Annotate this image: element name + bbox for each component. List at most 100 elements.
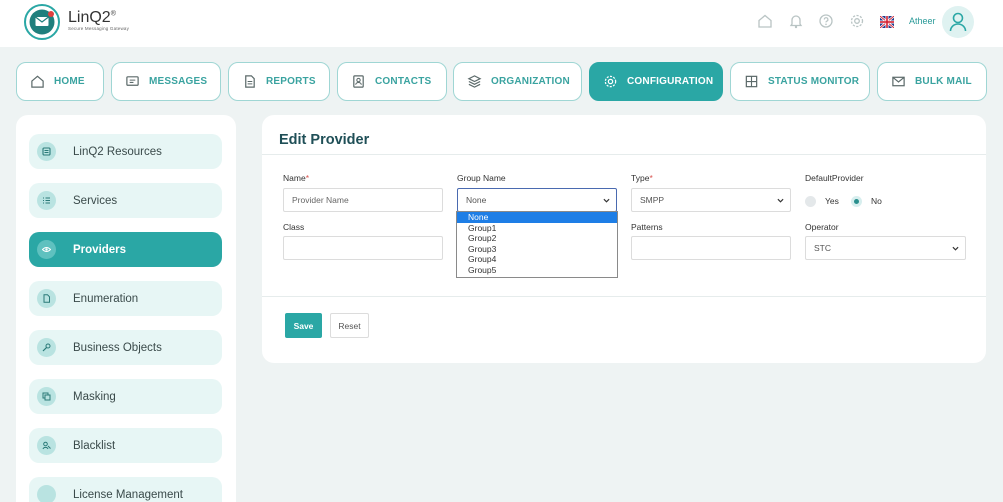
chevron-down-icon [952,246,959,251]
tab-messages[interactable]: MESSAGES [111,62,221,101]
provider-name-placeholder: Provider Name [292,195,349,205]
sidebar-item-label: Services [73,194,118,207]
tab-home[interactable]: HOME [16,62,104,101]
wrench-icon [37,338,56,357]
layers-icon [467,75,482,88]
sidebar-item-label: Masking [73,390,116,403]
username[interactable]: Atheer [909,16,936,26]
type-label-text: Type [631,173,650,183]
sidebar-item-enumeration[interactable]: Enumeration [29,281,222,316]
tab-label: STATUS MONITOR [768,76,860,87]
group-option-group2[interactable]: Group2 [457,233,617,244]
required-mark: * [649,173,653,183]
block-user-icon [37,436,56,455]
default-no-label: No [871,196,882,206]
title-divider [262,154,986,155]
tab-label: CONFIGURATION [627,76,714,87]
group-option-group5[interactable]: Group5 [457,265,617,276]
group-name-select[interactable]: None [457,188,617,212]
group-option-none[interactable]: None [457,212,617,223]
gear-icon[interactable] [849,13,865,29]
gear-icon [604,75,617,88]
sidebar-item-label: Providers [73,243,127,256]
name-label-text: Name [283,173,306,183]
save-button[interactable]: Save [285,313,322,338]
provider-name-input[interactable]: Provider Name [283,188,443,212]
page-title: Edit Provider [279,132,370,148]
class-input[interactable] [283,236,443,260]
operator-select[interactable]: STC [805,236,966,260]
sidebar-item-business-objects[interactable]: Business Objects [29,330,222,365]
list-icon [37,191,56,210]
sidebar-item-blacklist[interactable]: Blacklist [29,428,222,463]
required-mark: * [305,173,309,183]
name-label: Name* [283,173,309,183]
group-name-label: Group Name [457,173,506,183]
logo-name: LinQ2 [68,9,111,26]
type-select[interactable]: SMPP [631,188,791,212]
default-yes-radio[interactable] [805,196,816,207]
tab-label: MESSAGES [149,76,208,87]
type-label: Type* [631,173,653,183]
sidebar: LinQ2 Resources Services Providers Enume… [16,115,236,502]
tab-label: BULK MAIL [915,76,972,87]
tab-label: REPORTS [266,76,316,87]
sidebar-item-label: Business Objects [73,341,162,354]
group-name-dropdown-list[interactable]: None Group1 Group2 Group3 Group4 Group5 [456,211,618,278]
linq2-logo-icon [22,3,62,41]
chevron-down-icon [777,198,784,203]
default-provider-label: DefaultProvider [805,173,864,183]
bell-icon[interactable] [788,13,804,29]
tab-configuration[interactable]: CONFIGURATION [589,62,723,101]
sidebar-item-masking[interactable]: Masking [29,379,222,414]
sidebar-item-label: License Management [73,488,183,501]
group-name-value: None [466,195,487,205]
logo-title: LinQ2® [68,9,116,27]
help-icon[interactable] [818,13,834,29]
logo-mark: ® [110,10,116,18]
sidebar-item-license-management[interactable]: License Management [29,477,222,502]
home-icon[interactable] [757,13,773,29]
sidebar-item-label: Enumeration [73,292,139,305]
tab-label: CONTACTS [375,76,432,87]
patterns-input[interactable] [631,236,791,260]
tab-bulk-mail[interactable]: BULK MAIL [877,62,987,101]
reset-button[interactable]: Reset [330,313,369,338]
user-avatar-icon[interactable] [942,6,974,38]
tab-status-monitor[interactable]: STATUS MONITOR [730,62,870,101]
uk-flag-icon[interactable] [879,15,895,29]
chevron-down-icon [603,198,610,203]
operator-label: Operator [805,222,839,232]
sidebar-item-label: Blacklist [73,439,116,452]
edit-provider-panel: Edit Provider Name* Group Name Type* Def… [262,115,986,363]
default-yes-label: Yes [825,196,839,206]
sidebar-item-linq2-resources[interactable]: LinQ2 Resources [29,134,222,169]
tab-label: ORGANIZATION [491,76,570,87]
form-divider [262,296,986,297]
mail-icon [892,76,905,87]
group-option-group3[interactable]: Group3 [457,244,617,255]
database-icon [37,142,56,161]
sidebar-item-providers[interactable]: Providers [29,232,222,267]
group-option-group4[interactable]: Group4 [457,254,617,265]
home-icon [31,75,44,88]
logo-tagline: Secure Messaging Gateway [68,26,130,31]
operator-value: STC [814,243,831,253]
patterns-label: Patterns [631,222,663,232]
grid-icon [745,75,758,88]
default-no-radio[interactable] [851,196,862,207]
group-option-group1[interactable]: Group1 [457,223,617,234]
class-label: Class [283,222,305,232]
top-header: LinQ2® Secure Messaging Gateway Atheer [0,0,1003,47]
license-icon [37,485,56,502]
eye-icon [37,240,56,259]
copy-icon [37,387,56,406]
sidebar-item-services[interactable]: Services [29,183,222,218]
tab-contacts[interactable]: CONTACTS [337,62,447,101]
type-value: SMPP [640,195,665,205]
tab-reports[interactable]: REPORTS [228,62,330,101]
file-icon [37,289,56,308]
tab-organization[interactable]: ORGANIZATION [453,62,582,101]
document-icon [245,75,255,88]
tab-label: HOME [54,76,85,87]
